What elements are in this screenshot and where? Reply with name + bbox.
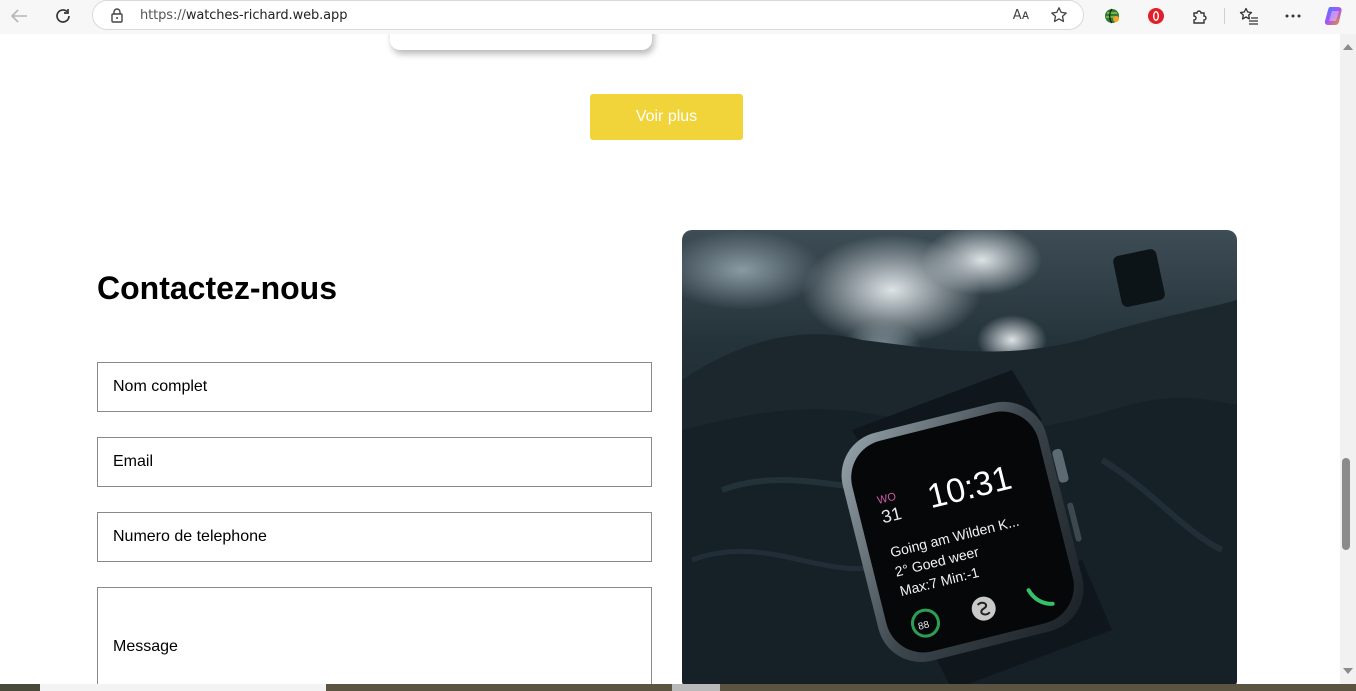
bottom-strip (0, 684, 1356, 691)
favorites-list-icon[interactable] (1235, 3, 1263, 29)
extensions-puzzle-icon[interactable] (1186, 3, 1214, 29)
page-viewport: Voir plus Contactez-nous Nom complet Ema… (0, 34, 1340, 684)
toolbar-separator (1224, 8, 1225, 24)
opera-icon[interactable] (1142, 3, 1170, 29)
message-placeholder: Message (113, 638, 178, 655)
page-scrollbar[interactable] (1340, 34, 1356, 684)
copilot-icon[interactable] (1321, 3, 1349, 29)
lock-icon[interactable] (110, 7, 124, 28)
browser-toolbar: https://watches-richard.web.app Aᴀ (0, 0, 1356, 34)
scroll-down-arrow-icon[interactable] (1343, 668, 1353, 674)
message-field[interactable]: Message (97, 587, 652, 684)
scroll-up-arrow-icon[interactable] (1343, 44, 1353, 50)
contact-title: Contactez-nous (97, 270, 337, 306)
email-field[interactable]: Email (97, 437, 652, 487)
phone-field[interactable]: Numero de telephone (97, 512, 652, 562)
smartwatch-photo: WO 31 10:31 Going am Wilden K... 2° Goed… (682, 230, 1237, 684)
voir-plus-button[interactable]: Voir plus (590, 94, 743, 140)
product-card (390, 34, 652, 50)
address-bar[interactable]: https://watches-richard.web.app Aᴀ (92, 0, 1084, 30)
name-placeholder: Nom complet (113, 378, 208, 395)
more-menu-icon[interactable] (1279, 3, 1307, 29)
url-text[interactable]: https://watches-richard.web.app (140, 8, 347, 23)
back-icon[interactable] (5, 3, 33, 29)
refresh-icon[interactable] (49, 3, 77, 29)
scrollbar-thumb[interactable] (1342, 458, 1350, 550)
favorite-star-icon[interactable] (1047, 5, 1071, 25)
name-field[interactable]: Nom complet (97, 362, 652, 412)
email-placeholder: Email (113, 453, 154, 470)
extension-globe-icon[interactable] (1098, 3, 1126, 29)
read-aloud-icon[interactable]: Aᴀ (1009, 5, 1033, 25)
phone-placeholder: Numero de telephone (113, 528, 267, 545)
smartwatch-illustration: WO 31 10:31 Going am Wilden K... 2° Goed… (682, 230, 1237, 684)
